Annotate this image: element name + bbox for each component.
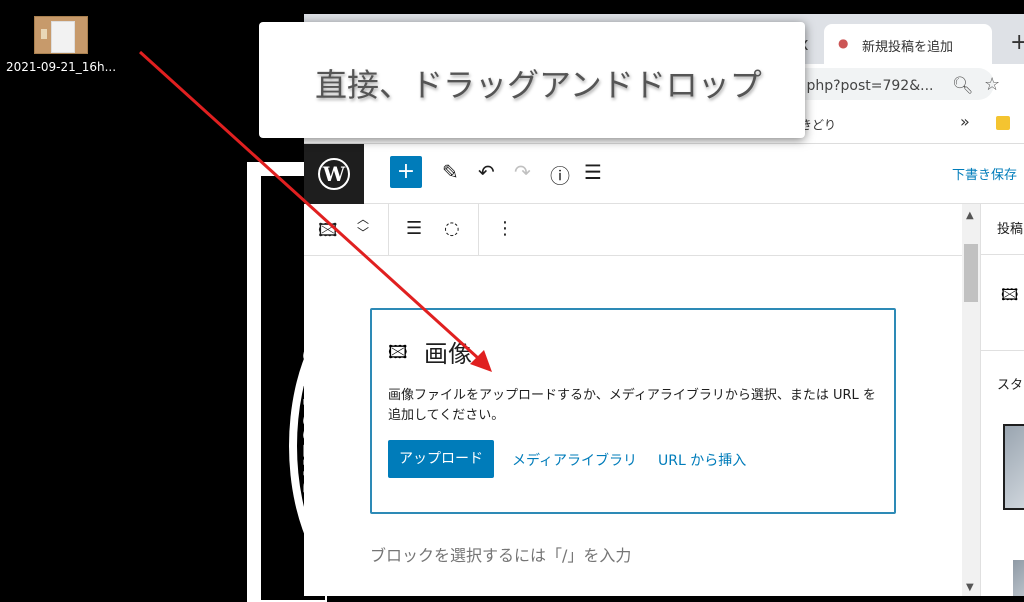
add-block-button[interactable]: + (390, 156, 422, 188)
move-block-icon[interactable]: ︿ ﹀ (356, 212, 370, 240)
annotation-caption-box: 直接、ドラッグアンドドロップ (259, 22, 805, 138)
list-view-icon[interactable]: ☰ (584, 160, 602, 184)
zoom-icon[interactable]: 🔍︎ (952, 76, 974, 96)
wordpress-logo-area[interactable]: W (304, 144, 364, 204)
scroll-down-icon[interactable]: ▼ (966, 582, 974, 593)
undo-icon[interactable]: ↶ (478, 160, 495, 184)
wordpress-logo-icon: W (318, 158, 350, 190)
image-block-title: 画像 (424, 340, 472, 368)
toolbar-divider (388, 204, 389, 256)
sidebar-divider (981, 254, 1024, 255)
desktop-file-icon[interactable] (34, 16, 88, 54)
block-appender-placeholder[interactable]: ブロックを選択するには「/」を入力 (370, 542, 631, 566)
scroll-thumb[interactable] (964, 244, 978, 302)
desktop-file-label: 2021-09-21_16h... (6, 60, 117, 74)
style-preview-alt[interactable] (1013, 560, 1024, 596)
editor-header: W + ✎ ↶ ↷ ⓘ ☰ 下書き保存 (304, 144, 1024, 204)
align-icon[interactable]: ☰ (406, 218, 422, 239)
sidebar-styles-label: スタ (997, 378, 1024, 393)
info-icon[interactable]: ⓘ (550, 160, 570, 189)
image-block-icon[interactable]: 🖾 (318, 218, 338, 248)
bookmark-star-icon[interactable]: ☆ (984, 74, 1000, 95)
image-block-description: 画像ファイルをアップロードするか、メディアライブラリから選択、または URL を… (388, 388, 876, 423)
redo-icon[interactable]: ↷ (514, 160, 531, 184)
new-tab-button[interactable]: + (1010, 30, 1024, 55)
more-options-icon[interactable]: ⋮ (496, 218, 514, 239)
style-preview-default[interactable] (1003, 424, 1024, 510)
sidebar-divider (981, 350, 1024, 351)
sidebar-tab-post[interactable]: 投稿 (997, 218, 1023, 237)
address-text: .php?post=792&... (802, 78, 934, 94)
insert-from-url-button[interactable]: URL から挿入 (658, 450, 746, 470)
file-paper-icon (51, 21, 75, 53)
toolbar-divider (478, 204, 479, 256)
image-block-placeholder[interactable]: 🖾 画像 画像ファイルをアップロードするか、メディアライブラリから選択、または … (370, 308, 896, 514)
image-icon: 🖾 (388, 342, 408, 363)
duotone-icon[interactable]: ◌ (444, 218, 460, 239)
sidebar-image-icon: 🖾 (1001, 285, 1019, 304)
favicon-icon: ● (838, 36, 849, 50)
tab-active[interactable]: ● 新規投稿を追加 (824, 24, 992, 64)
upload-button[interactable]: アップロード (388, 440, 494, 478)
tab-title: 新規投稿を追加 (862, 40, 954, 55)
bookmarks-more-icon[interactable]: » (960, 112, 970, 131)
block-toolbar: 🖾 ︿ ﹀ ☰ ◌ ⋮ (304, 204, 964, 256)
editor-scrollbar[interactable]: ▲ ▼ (962, 204, 980, 596)
bookmark-folder-icon[interactable] (996, 116, 1010, 130)
scroll-up-icon[interactable]: ▲ (966, 210, 974, 221)
bookmark-item[interactable]: きどり (800, 116, 836, 133)
media-library-button[interactable]: メディアライブラリ (512, 450, 637, 470)
annotation-caption-text: 直接、ドラッグアンドドロップ (315, 66, 762, 104)
edit-tool-icon[interactable]: ✎ (442, 160, 459, 184)
save-draft-button[interactable]: 下書き保存 (952, 164, 1017, 183)
settings-sidebar: 投稿 🖾 スタ (980, 204, 1024, 596)
file-tab-icon (41, 29, 47, 39)
